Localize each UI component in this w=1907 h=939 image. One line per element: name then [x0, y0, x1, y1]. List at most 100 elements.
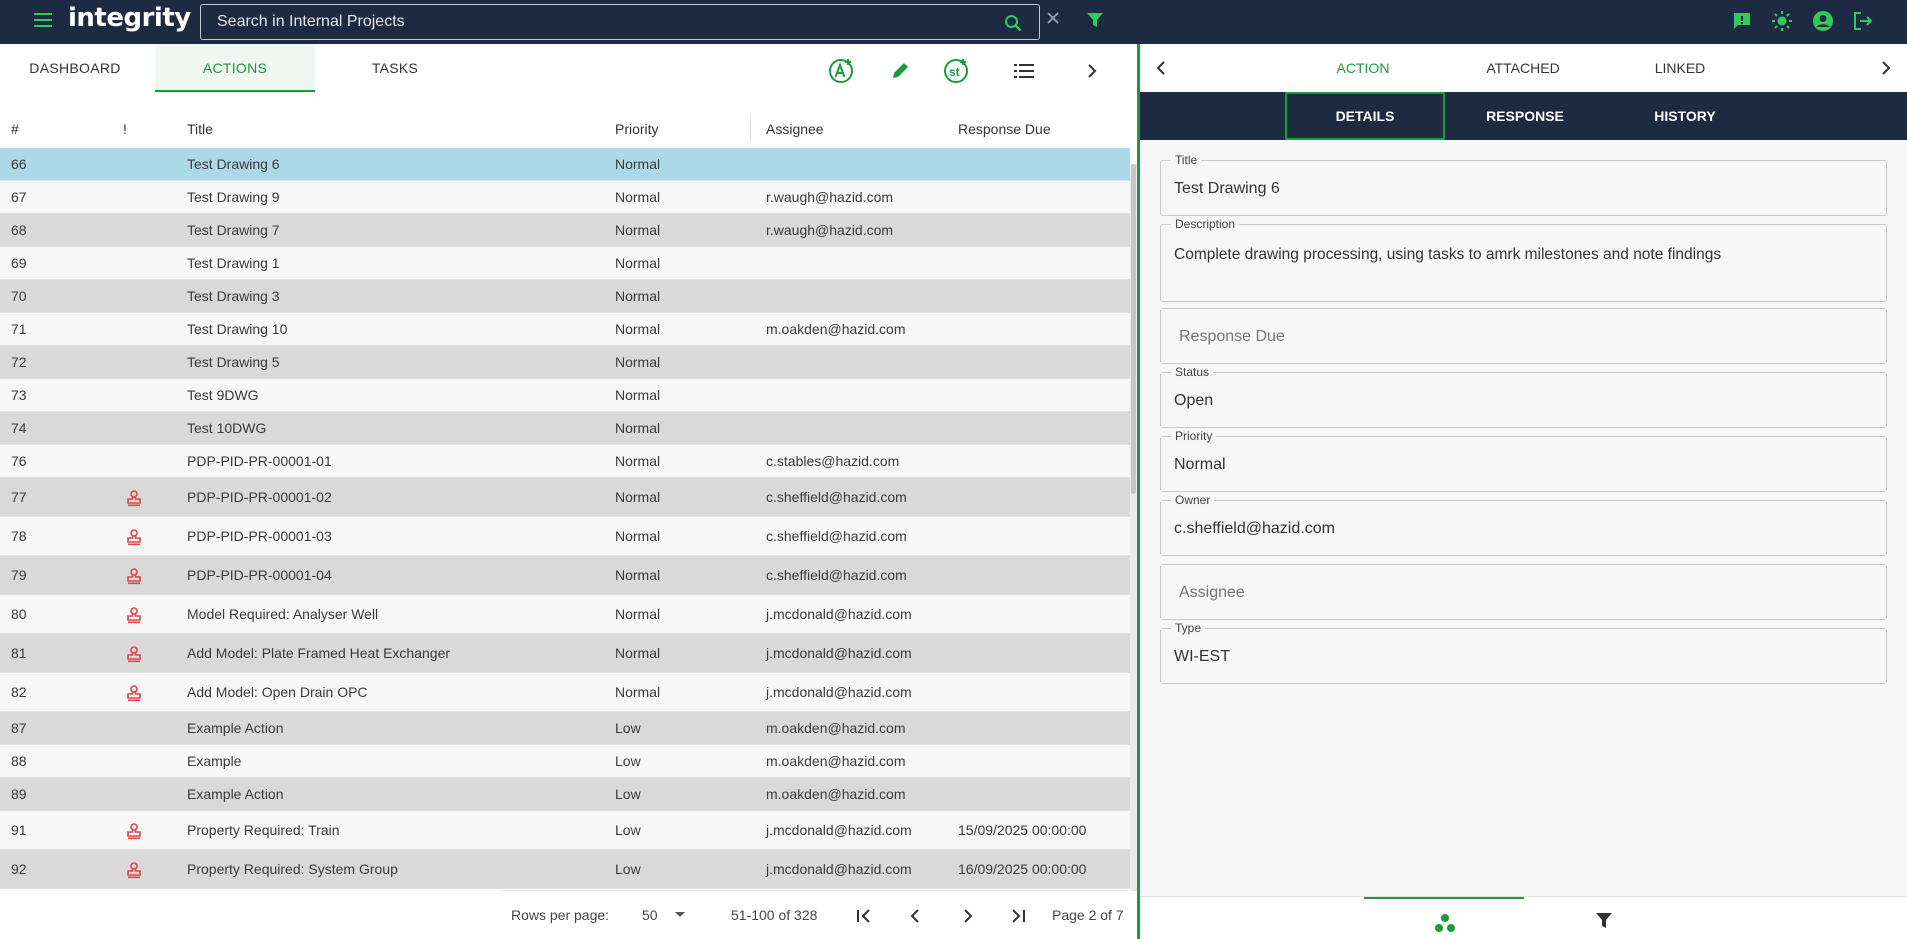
scrollbar-thumb[interactable]: [1131, 164, 1136, 494]
response-due-field[interactable]: Response Due: [1160, 308, 1887, 364]
title-field[interactable]: Title Test Drawing 6: [1160, 153, 1887, 216]
cell-title: Test Drawing 5: [187, 354, 280, 370]
tab-linked[interactable]: LINKED: [1610, 44, 1750, 92]
theme-icon[interactable]: [1771, 10, 1793, 32]
cell-title: Add Model: Open Drain OPC: [187, 684, 368, 700]
cell-title: PDP-PID-PR-00001-04: [187, 567, 332, 583]
cell-assignee: c.sheffield@hazid.com: [766, 567, 907, 583]
cell-number: 77: [11, 489, 27, 505]
table-row[interactable]: 92 Property Required: System Group Low j.mc…: [0, 850, 1130, 889]
col-number[interactable]: #: [11, 110, 19, 148]
type-label: Type: [1171, 621, 1206, 635]
table-row[interactable]: 76 PDP-PID-PR-00001-01 Normal c.stables@haz…: [0, 445, 1130, 478]
search-input[interactable]: [217, 5, 997, 39]
table-row[interactable]: 88 Example Low m.oakden@hazid.com: [0, 745, 1130, 778]
tab-history[interactable]: HISTORY: [1605, 92, 1765, 140]
cell-priority: Low: [615, 720, 641, 736]
top-bar: integrity: [0, 0, 1907, 44]
cell-number: 71: [11, 321, 27, 337]
tab-action[interactable]: ACTION: [1293, 44, 1433, 92]
status-value: Open: [1174, 392, 1214, 409]
logout-icon[interactable]: [1852, 10, 1874, 32]
table-row[interactable]: 72 Test Drawing 5 Normal: [0, 346, 1130, 379]
cell-number: 72: [11, 354, 27, 370]
account-icon[interactable]: [1812, 10, 1834, 32]
table-row[interactable]: 74 Test 10DWG Normal: [0, 412, 1130, 445]
last-page-icon[interactable]: [1009, 907, 1027, 925]
table-row[interactable]: 89 Example Action Low m.oakden@hazid.com: [0, 778, 1130, 811]
tab-response[interactable]: RESPONSE: [1445, 92, 1605, 140]
cell-title: Test 9DWG: [187, 387, 259, 403]
next-page-icon[interactable]: [958, 907, 976, 925]
table-row[interactable]: 78 PDP-PID-PR-00001-03 Normal c.sheffield@h…: [0, 517, 1130, 556]
cell-priority: Normal: [615, 321, 661, 337]
list-icon[interactable]: [1009, 56, 1039, 86]
stamp-icon: [127, 528, 141, 545]
cell-assignee: j.mcdonald@hazid.com: [766, 645, 912, 661]
table-row[interactable]: 68 Test Drawing 7 Normal r.waugh@hazid.com: [0, 214, 1130, 247]
rows-per-page-select[interactable]: 50: [642, 907, 658, 923]
type-field[interactable]: Type WI-EST: [1160, 621, 1887, 684]
table-row[interactable]: 70 Test Drawing 3 Normal: [0, 280, 1130, 313]
tab-attached[interactable]: ATTACHED: [1453, 44, 1593, 92]
edit-icon[interactable]: [885, 56, 915, 86]
prev-page-icon[interactable]: [907, 907, 925, 925]
bottom-tab-hierarchy[interactable]: [1364, 897, 1524, 939]
table-row[interactable]: 73 Test 9DWG Normal: [0, 379, 1130, 412]
description-field[interactable]: Description Complete drawing processing,…: [1160, 217, 1887, 302]
cell-title: Example Action: [187, 786, 284, 802]
table-row[interactable]: 91 Property Required: Train Low j.mcdonald@…: [0, 811, 1130, 850]
table-row[interactable]: 69 Test Drawing 1 Normal: [0, 247, 1130, 280]
tab-details[interactable]: DETAILS: [1285, 92, 1445, 140]
assignee-field[interactable]: Assignee: [1160, 564, 1887, 620]
rows-per-page-label: Rows per page:: [511, 907, 610, 923]
priority-field[interactable]: Priority Normal: [1160, 429, 1887, 492]
column-divider[interactable]: [750, 116, 751, 142]
tab-tasks[interactable]: TASKS: [315, 44, 475, 92]
feedback-icon[interactable]: [1731, 10, 1753, 32]
table-row[interactable]: 66 Test Drawing 6 Normal: [0, 148, 1130, 181]
cell-number: 92: [11, 861, 27, 877]
type-value: WI-EST: [1174, 648, 1230, 665]
table-row[interactable]: 82 Add Model: Open Drain OPC Normal j.mcdon…: [0, 673, 1130, 712]
close-icon[interactable]: [1045, 10, 1061, 26]
table-row[interactable]: 77 PDP-PID-PR-00001-02 Normal c.sheffield@h…: [0, 478, 1130, 517]
filter-icon[interactable]: [1085, 10, 1105, 30]
bottom-tab-filter[interactable]: [1524, 897, 1684, 939]
table-row[interactable]: 67 Test Drawing 9 Normal r.waugh@hazid.com: [0, 181, 1130, 214]
scrollbar[interactable]: [1130, 164, 1137, 939]
col-response-due[interactable]: Response Due: [958, 110, 1051, 148]
tab-actions[interactable]: ACTIONS: [155, 44, 315, 92]
col-assignee[interactable]: Assignee: [766, 110, 824, 148]
cell-title: Test Drawing 1: [187, 255, 280, 271]
table-row[interactable]: 79 PDP-PID-PR-00001-04 Normal c.sheffield@h…: [0, 556, 1130, 595]
add-task-icon[interactable]: st: [941, 56, 971, 86]
chevron-left-icon[interactable]: [1154, 60, 1170, 76]
col-title[interactable]: Title: [187, 110, 213, 148]
cell-title: Model Required: Analyser Well: [187, 606, 379, 622]
cell-title: Example: [187, 753, 242, 769]
chevron-right-icon[interactable]: [1877, 60, 1893, 76]
caret-down-icon[interactable]: [674, 911, 686, 919]
col-priority[interactable]: Priority: [615, 110, 659, 148]
table-row[interactable]: 71 Test Drawing 10 Normal m.oakden@hazid.co…: [0, 313, 1130, 346]
table-row[interactable]: 81 Add Model: Plate Framed Heat Exchanger…: [0, 634, 1130, 673]
assign-icon[interactable]: [826, 56, 856, 86]
description-label: Description: [1171, 217, 1240, 231]
owner-value: c.sheffield@hazid.com: [1174, 520, 1335, 537]
owner-field[interactable]: Owner c.sheffield@hazid.com: [1160, 493, 1887, 556]
menu-icon[interactable]: [34, 13, 52, 27]
search-icon[interactable]: [1004, 14, 1022, 32]
filter-icon: [1596, 913, 1612, 928]
cell-title: Test Drawing 7: [187, 222, 280, 238]
chevron-right-icon[interactable]: [1077, 56, 1107, 86]
tab-dashboard[interactable]: DASHBOARD: [0, 44, 150, 92]
cell-number: 82: [11, 684, 27, 700]
status-field[interactable]: Status Open: [1160, 365, 1887, 428]
cell-number: 70: [11, 288, 27, 304]
search-box: [200, 4, 1040, 40]
table-row[interactable]: 80 Model Required: Analyser Well Normal j.m…: [0, 595, 1130, 634]
table-row[interactable]: 87 Example Action Low m.oakden@hazid.com: [0, 712, 1130, 745]
first-page-icon[interactable]: [855, 907, 873, 925]
col-flag[interactable]: !: [123, 110, 127, 148]
